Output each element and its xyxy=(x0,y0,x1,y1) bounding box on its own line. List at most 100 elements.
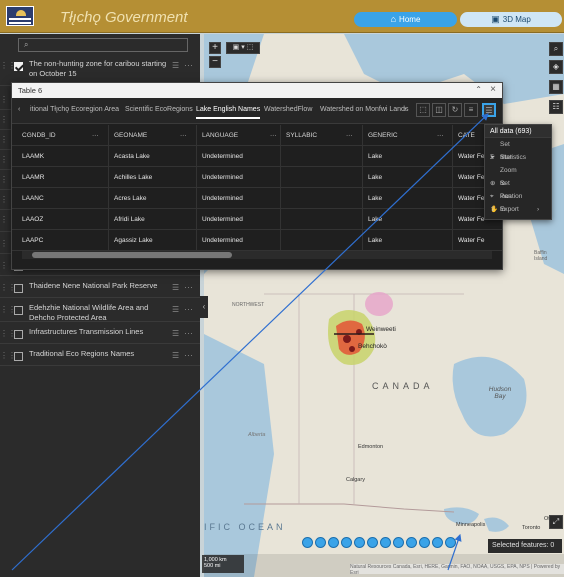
tool-icon[interactable] xyxy=(432,537,443,548)
selected-features-badge[interactable]: Selected features: 0 xyxy=(488,539,562,553)
country-label: CANADA xyxy=(372,381,434,391)
fullscreen-icon[interactable]: ⤢ xyxy=(549,515,563,529)
chevron-right-icon: › xyxy=(537,206,540,213)
zoom-in-button[interactable]: + xyxy=(209,42,221,54)
layer-label: The non-hunting zone for caribou startin… xyxy=(29,59,167,78)
drag-handle-icon[interactable]: ⋮⋮ xyxy=(0,324,16,338)
refresh-icon[interactable]: ↻ xyxy=(448,103,462,117)
column-menu-icon[interactable]: ··· xyxy=(270,125,277,146)
tab-watershed-monfwi[interactable]: Watershed on Monfwi Lands xyxy=(320,106,408,113)
options-menu-button[interactable]: ☰ xyxy=(482,103,496,117)
table-cell: Water Fe xyxy=(458,153,485,160)
legend-icon[interactable]: ☰ xyxy=(172,300,184,314)
tool-icon[interactable] xyxy=(393,537,404,548)
layer-visibility-checkbox[interactable] xyxy=(14,352,23,361)
table-cell: Undetermined xyxy=(202,174,243,181)
tabs-scroll-right[interactable]: › xyxy=(404,106,406,113)
tool-icon[interactable] xyxy=(354,537,365,548)
tab-home[interactable]: ⌂ Home xyxy=(354,12,457,27)
city-label: Toronto xyxy=(522,525,541,531)
column-header[interactable]: GENERIC xyxy=(368,125,398,146)
tool-icon[interactable] xyxy=(406,537,417,548)
layer-label: Thaidene Nene National Park Reserve xyxy=(29,281,158,290)
tool-icon[interactable] xyxy=(367,537,378,548)
collapse-icon[interactable]: ⌃ xyxy=(475,85,482,94)
layer-visibility-checkbox[interactable] xyxy=(14,62,23,71)
more-options-icon[interactable]: ··· xyxy=(184,278,200,292)
legend-icon[interactable]: ☰ xyxy=(172,324,184,338)
columns-icon[interactable]: ≡ xyxy=(464,103,478,117)
menu-item[interactable]: Σ Statistics xyxy=(485,151,551,164)
legend-icon[interactable]: ☰ xyxy=(172,346,184,360)
tool-icon[interactable] xyxy=(380,537,391,548)
filter-selected-icon[interactable]: ◫ xyxy=(432,103,446,117)
table-row[interactable]: LAANC Acres Lake Undetermined Lake Water Fe xyxy=(12,188,502,209)
layer-search-input[interactable]: ⌕ xyxy=(18,38,188,52)
table-cell: Agassiz Lake xyxy=(114,237,153,244)
legend-icon[interactable]: ☰ xyxy=(172,56,184,70)
layer-item[interactable]: ⋮⋮ Traditional Eco Regions Names ☰ ··· xyxy=(0,346,200,366)
drag-handle-icon[interactable]: ⋮⋮ xyxy=(0,56,16,70)
tab-watershedflow[interactable]: WatershedFlow xyxy=(264,106,312,113)
select-icon[interactable]: ⬚ xyxy=(416,103,430,117)
drag-handle-icon[interactable]: ⋮⋮ xyxy=(0,278,16,292)
horizontal-scrollbar[interactable] xyxy=(22,251,492,259)
column-menu-icon[interactable]: ··· xyxy=(180,125,187,146)
close-icon[interactable]: × xyxy=(490,84,496,95)
legend-icon[interactable]: ☰ xyxy=(172,278,184,292)
column-header[interactable]: LANGUAGE xyxy=(202,125,238,146)
menu-item[interactable]: ⊕Zoom to xyxy=(485,164,551,187)
column-header[interactable]: CATE xyxy=(458,125,475,146)
tab-scientific-ecoregions[interactable]: Scientific EcoRegions xyxy=(125,106,193,113)
table-row[interactable]: LAAPC Agassiz Lake Undetermined Lake Water F… xyxy=(12,230,502,251)
basemap-icon[interactable]: ▦ xyxy=(549,80,563,94)
tab-lake-english-names[interactable]: Lake English Names xyxy=(196,106,261,119)
tool-icon[interactable] xyxy=(419,537,430,548)
column-menu-icon[interactable]: ··· xyxy=(92,125,99,146)
layer-visibility-checkbox[interactable] xyxy=(14,330,23,339)
region-label: NORTHWEST xyxy=(232,302,265,308)
layer-item[interactable]: ⋮⋮ Infrastructures Transmission Lines ☰ ··· xyxy=(0,324,200,344)
tool-icon[interactable] xyxy=(341,537,352,548)
tab-3d-map[interactable]: ▣ 3D Map xyxy=(460,12,562,27)
column-menu-icon[interactable]: ··· xyxy=(346,125,353,146)
drag-handle-icon[interactable]: ⋮⋮ xyxy=(0,300,16,314)
more-options-icon[interactable]: ··· xyxy=(184,324,200,338)
table-row[interactable]: LAAMK Acasta Lake Undetermined Lake Water Fe xyxy=(12,146,502,167)
column-header[interactable]: SYLLABIC xyxy=(286,125,317,146)
legend-icon[interactable]: ☷ xyxy=(549,100,563,114)
attribute-table-panel: Table 6 ⌃ × ‹ itional Tłı̨chǫ Ecoregion … xyxy=(11,82,503,270)
tool-icon[interactable] xyxy=(302,537,313,548)
zoom-out-button[interactable]: − xyxy=(209,56,221,68)
table-cell: Lake xyxy=(368,174,383,181)
layer-item[interactable]: ⋮⋮ Thaidene Nene National Park Reserve ☰ ··… xyxy=(0,278,200,298)
province-label: Alberta xyxy=(248,432,266,438)
menu-item[interactable]: ⇪ Export › xyxy=(485,203,551,216)
tool-icon[interactable] xyxy=(328,537,339,548)
layer-item[interactable]: ⋮⋮ Edehzhie National Wildlife Area and De… xyxy=(0,300,200,322)
ocean-label: IFIC OCEAN xyxy=(204,522,286,532)
layer-select-tool[interactable]: ▣ ▾ ⬚ xyxy=(226,42,260,54)
more-options-icon[interactable]: ··· xyxy=(184,346,200,360)
layer-visibility-checkbox[interactable] xyxy=(14,284,23,293)
column-header[interactable]: CGNDB_ID xyxy=(22,125,56,146)
layer-visibility-checkbox[interactable] xyxy=(14,306,23,315)
drag-handle-icon[interactable]: ⋮⋮ xyxy=(0,346,16,360)
tabs-scroll-left[interactable]: ‹ xyxy=(18,106,20,113)
layers-icon[interactable]: ◈ xyxy=(549,60,563,74)
tab-ecoregion-area[interactable]: itional Tłı̨chǫ Ecoregion Area xyxy=(30,106,119,113)
table-cell: Undetermined xyxy=(202,153,243,160)
column-menu-icon[interactable]: ··· xyxy=(437,125,444,146)
more-options-icon[interactable]: ··· xyxy=(184,56,200,70)
more-options-icon[interactable]: ··· xyxy=(184,300,200,314)
column-header[interactable]: GEONAME xyxy=(114,125,147,146)
menu-item[interactable]: ⌖Set location xyxy=(485,177,551,200)
collapse-sidebar-button[interactable]: ‹ xyxy=(200,296,208,318)
tool-icon[interactable] xyxy=(315,537,326,548)
table-row[interactable]: LAAMR Achilles Lake Undetermined Lake Water … xyxy=(12,167,502,188)
tool-icon[interactable] xyxy=(445,537,456,548)
table-row[interactable]: LAAOZ Afridi Lake Undetermined Lake Water Fe xyxy=(12,209,502,230)
map-icon: ▣ xyxy=(491,14,500,24)
menu-item[interactable]: ⏷Set filter xyxy=(485,138,551,161)
search-icon[interactable]: ⌕ xyxy=(549,42,563,56)
